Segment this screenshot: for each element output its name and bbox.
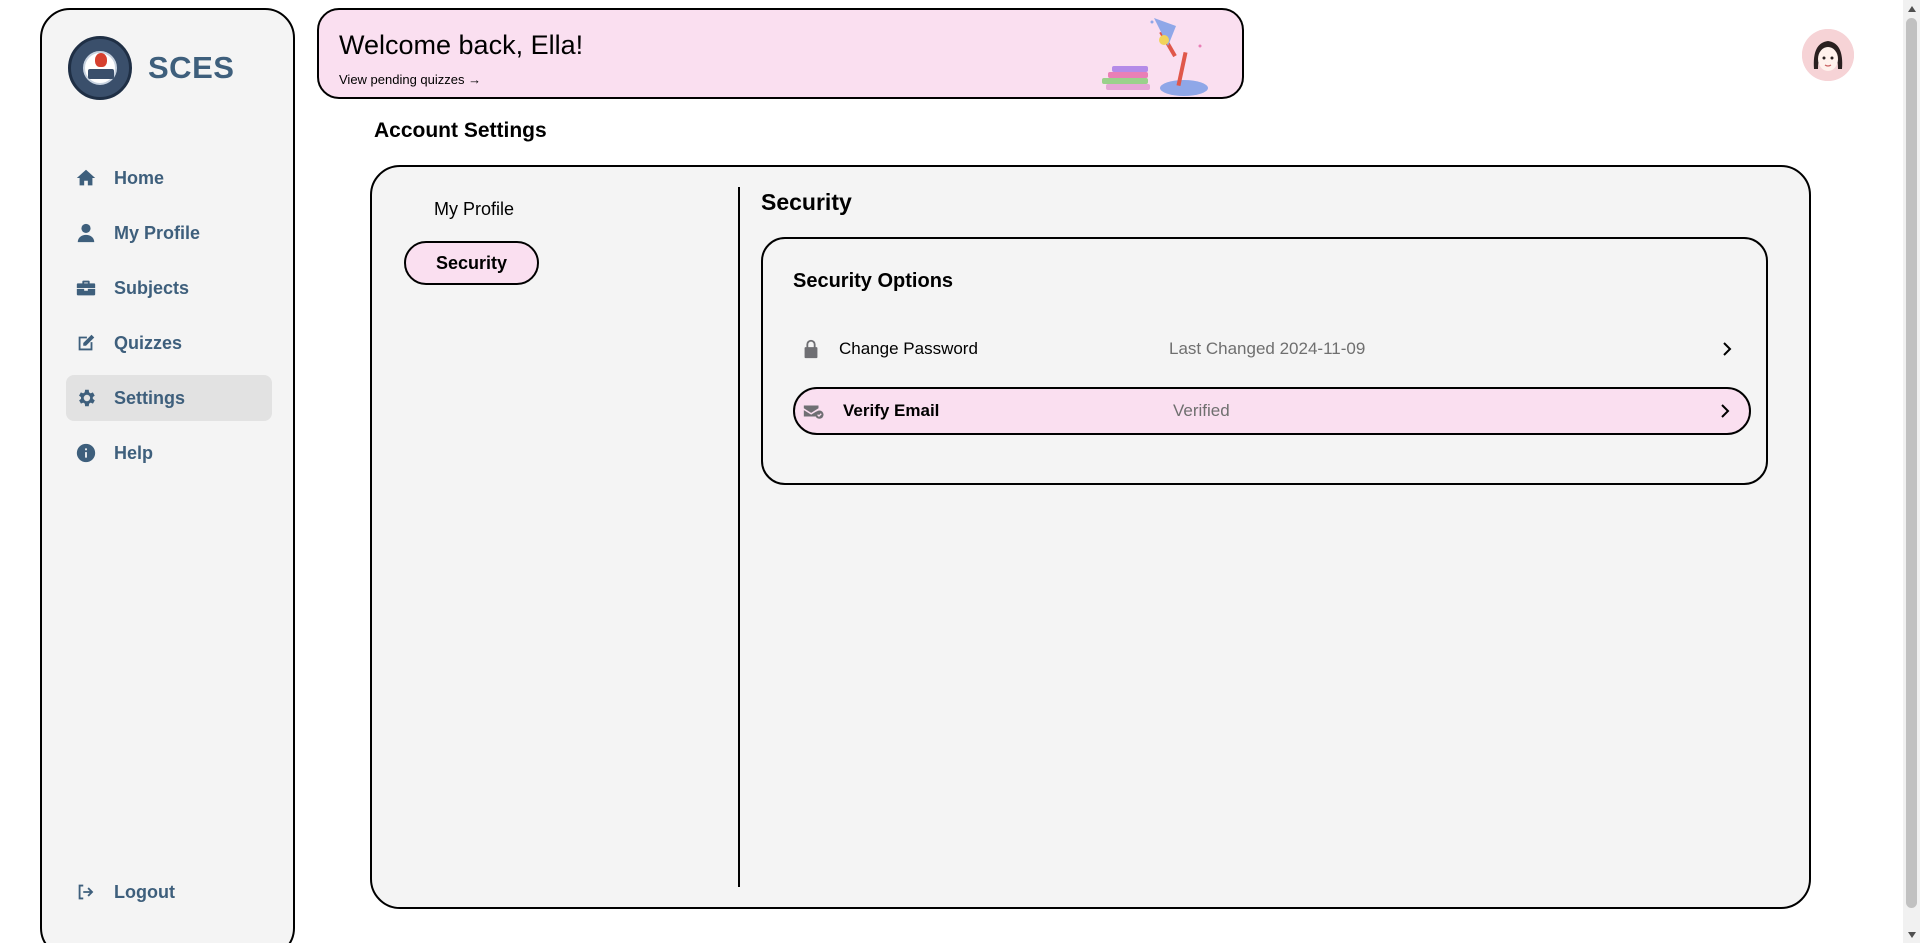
- settings-nav: My Profile Security: [404, 187, 654, 295]
- sidebar-nav: Home My Profile Subjects Quizzes Setting…: [66, 155, 272, 485]
- app-root: SCES Home My Profile Subjects Quizzes Se…: [0, 0, 1920, 943]
- mail-check-icon: [801, 399, 825, 423]
- sidebar-item-label: Settings: [114, 387, 186, 408]
- sidebar: SCES Home My Profile Subjects Quizzes Se…: [40, 8, 295, 943]
- password-last-changed: Last Changed 2024-11-09: [1169, 339, 1366, 358]
- sidebar-item-my-profile[interactable]: My Profile: [66, 210, 272, 256]
- scroll-down-arrow-icon[interactable]: [1903, 926, 1920, 943]
- page-scrollbar[interactable]: [1903, 0, 1920, 943]
- logout-icon: [74, 880, 98, 904]
- settings-nav-label: My Profile: [434, 199, 515, 219]
- lock-icon: [799, 337, 823, 361]
- sidebar-item-label: Home: [114, 167, 165, 188]
- page-title: Account Settings: [374, 119, 547, 142]
- security-options-card: Security Options Change Password Last Ch…: [761, 237, 1768, 485]
- security-options-title: Security Options: [793, 270, 954, 292]
- sidebar-item-settings[interactable]: Settings: [66, 375, 272, 421]
- home-icon: [74, 166, 98, 190]
- user-icon: [74, 221, 98, 245]
- sidebar-item-help[interactable]: Help: [66, 430, 272, 476]
- brand[interactable]: SCES: [68, 36, 234, 100]
- logout-button[interactable]: Logout: [74, 880, 175, 904]
- change-password-label: Change Password: [839, 339, 978, 358]
- verify-email-row[interactable]: Verify Email Verified: [793, 387, 1751, 435]
- user-avatar[interactable]: [1802, 29, 1854, 81]
- vertical-divider: [738, 187, 740, 887]
- sidebar-item-label: Help: [114, 442, 154, 463]
- welcome-banner: Welcome back, Ella! View pending quizzes…: [317, 8, 1244, 99]
- chevron-right-icon: [1717, 339, 1737, 359]
- scrollbar-thumb[interactable]: [1906, 18, 1917, 908]
- settings-nav-label: Security: [404, 241, 540, 285]
- change-password-row[interactable]: Change Password Last Changed 2024-11-09: [793, 325, 1751, 373]
- brand-name: SCES: [148, 50, 235, 85]
- edit-icon: [74, 331, 98, 355]
- gear-icon: [74, 386, 98, 410]
- avatar-face-icon: [1802, 29, 1854, 81]
- settings-nav-item-my-profile[interactable]: My Profile: [404, 187, 654, 241]
- desk-lamp-books-illustration: [1102, 18, 1208, 96]
- logo-flame: [95, 53, 107, 67]
- view-pending-quizzes-link[interactable]: View pending quizzes →: [339, 72, 481, 87]
- sidebar-item-quizzes[interactable]: Quizzes: [66, 320, 272, 366]
- settings-nav-item-security[interactable]: Security: [404, 241, 654, 295]
- sidebar-item-label: Subjects: [114, 277, 190, 298]
- school-logo: [68, 36, 132, 100]
- sidebar-item-label: Quizzes: [114, 332, 183, 353]
- scroll-up-arrow-icon[interactable]: [1903, 0, 1920, 17]
- briefcase-icon: [74, 276, 98, 300]
- info-icon: [74, 441, 98, 465]
- verify-email-label: Verify Email: [843, 401, 940, 420]
- logout-label: Logout: [114, 881, 175, 902]
- sidebar-item-home[interactable]: Home: [66, 155, 272, 201]
- email-verification-status: Verified: [1173, 401, 1230, 420]
- welcome-title: Welcome back, Ella!: [339, 30, 584, 60]
- sidebar-item-subjects[interactable]: Subjects: [66, 265, 272, 311]
- account-settings-card: My Profile Security Security Security Op…: [370, 165, 1811, 909]
- sidebar-item-label: My Profile: [114, 222, 201, 243]
- chevron-right-icon: [1715, 401, 1735, 421]
- logo-book: [88, 69, 114, 79]
- security-section-title: Security: [761, 189, 852, 215]
